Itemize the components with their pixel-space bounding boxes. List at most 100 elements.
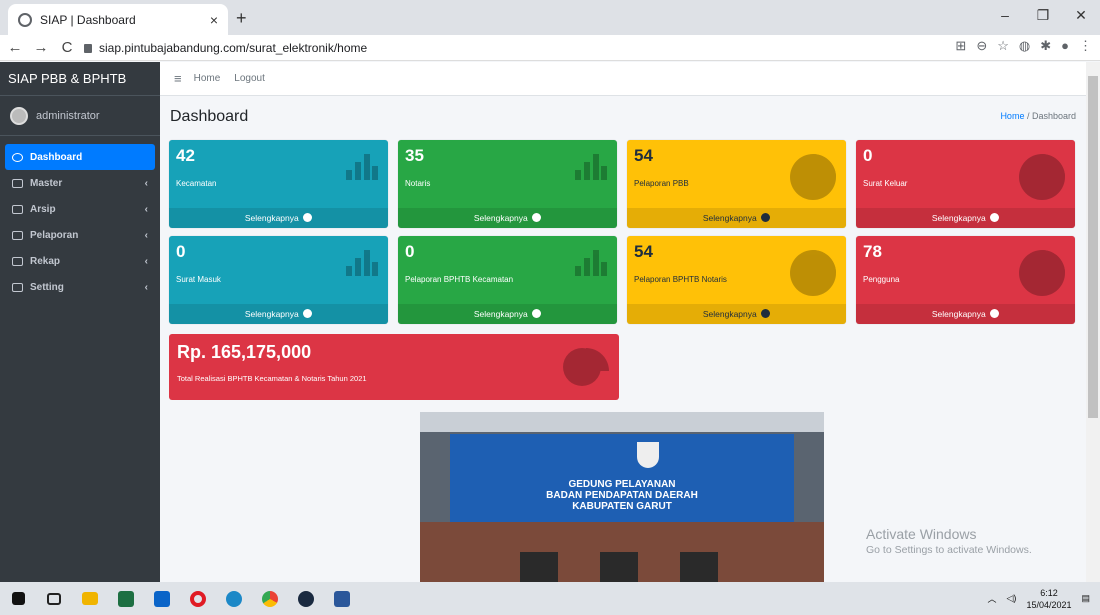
more-info-link[interactable]: Selengkapnya bbox=[627, 304, 846, 324]
nav-home-link[interactable]: Home bbox=[194, 73, 221, 84]
clock-time: 6:12 bbox=[1040, 587, 1058, 598]
minimize-button[interactable]: – bbox=[986, 7, 1024, 23]
back-button[interactable]: ← bbox=[4, 39, 26, 56]
arrow-circle-right-icon bbox=[532, 309, 542, 318]
sign-line-3: KABUPATEN GARUT bbox=[572, 501, 672, 512]
word-button[interactable] bbox=[324, 582, 360, 615]
sidebar-item-pelaporan[interactable]: Pelaporan ‹ bbox=[0, 222, 160, 248]
file-explorer-button[interactable] bbox=[72, 582, 108, 615]
more-info-label: Selengkapnya bbox=[702, 309, 757, 319]
opera-button[interactable] bbox=[180, 582, 216, 615]
bar-chart-icon bbox=[575, 250, 607, 276]
chevron-left-icon: ‹ bbox=[144, 203, 148, 215]
edit-icon bbox=[12, 256, 23, 266]
tab-close-icon[interactable]: × bbox=[210, 12, 218, 28]
opera-icon bbox=[190, 590, 206, 607]
arrow-circle-right-icon bbox=[532, 213, 542, 222]
sidebar-item-dashboard[interactable]: Dashboard bbox=[5, 144, 155, 170]
scrollbar-thumb[interactable] bbox=[1088, 76, 1098, 418]
stat-box-pengguna: 78 Pengguna Selengkapnya bbox=[856, 236, 1075, 324]
chrome-button[interactable] bbox=[252, 582, 288, 615]
more-info-link[interactable]: Selengkapnya bbox=[169, 304, 388, 324]
stat-box-notaris: 35 Notaris Selengkapnya bbox=[398, 140, 617, 228]
stat-box-kecamatan: 42 Kecamatan Selengkapnya bbox=[169, 140, 388, 228]
user-panel[interactable]: administrator bbox=[0, 96, 160, 136]
stat-label: Kecamatan bbox=[176, 179, 217, 188]
mail-button[interactable] bbox=[144, 582, 180, 615]
profile-avatar-icon[interactable]: ● bbox=[1061, 38, 1069, 54]
stat-box-surat-keluar: 0 Surat Keluar Selengkapnya bbox=[856, 140, 1075, 228]
sign-line-2: BADAN PENDAPATAN DAERAH bbox=[546, 490, 698, 501]
more-info-link[interactable]: Selengkapnya bbox=[398, 304, 617, 324]
more-info-link[interactable]: Selengkapnya bbox=[856, 208, 1075, 228]
more-info-link[interactable]: Selengkapnya bbox=[627, 208, 846, 228]
page-scrollbar[interactable] bbox=[1086, 62, 1100, 582]
hamburger-menu-icon[interactable]: ≡ bbox=[174, 71, 182, 86]
stat-value: 0 bbox=[863, 146, 873, 165]
new-tab-button[interactable]: + bbox=[236, 8, 247, 29]
more-info-link[interactable]: Selengkapnya bbox=[398, 208, 617, 228]
sidebar-item-setting[interactable]: Setting ‹ bbox=[0, 274, 160, 300]
arrow-circle-right-icon bbox=[990, 309, 1000, 318]
stat-label: Pelaporan BPHTB Kecamatan bbox=[405, 275, 514, 284]
sidebar-item-arsip[interactable]: Arsip ‹ bbox=[0, 196, 160, 222]
volume-icon[interactable]: ◁) bbox=[1007, 593, 1017, 604]
edit-icon bbox=[12, 230, 23, 240]
task-view-button[interactable] bbox=[36, 582, 72, 615]
total-value: Rp. 165,175,000 bbox=[177, 342, 312, 362]
content-wrapper: Dashboard Home / Dashboard 42 Kecamatan … bbox=[160, 96, 1086, 582]
browser-tab-strip: SIAP | Dashboard × + – ❐ ✕ bbox=[0, 0, 1100, 35]
site-favicon-icon bbox=[18, 12, 32, 27]
notification-icon[interactable]: ▤ bbox=[1081, 593, 1090, 604]
sidebar-item-label: Setting bbox=[30, 281, 64, 293]
zoom-icon[interactable]: ⊖ bbox=[976, 38, 987, 54]
edge-button[interactable] bbox=[216, 582, 252, 615]
more-info-label: Selengkapnya bbox=[244, 213, 299, 223]
system-tray: ︿ ◁) 6:12 15/04/2021 ▤ bbox=[988, 582, 1091, 615]
sidebar-item-label: Rekap bbox=[30, 255, 61, 267]
browser-menu-icon[interactable]: ⋮ bbox=[1079, 38, 1092, 54]
sidebar-item-rekap[interactable]: Rekap ‹ bbox=[0, 248, 160, 274]
avatar bbox=[10, 106, 28, 125]
nav-logout-link[interactable]: Logout bbox=[234, 73, 265, 84]
clock[interactable]: 6:12 15/04/2021 bbox=[1026, 587, 1071, 611]
forward-button[interactable]: → bbox=[30, 39, 52, 56]
mail-icon bbox=[154, 590, 170, 607]
sidebar-item-label: Dashboard bbox=[30, 151, 83, 163]
start-button[interactable] bbox=[0, 582, 36, 615]
translate-icon[interactable]: ⊞ bbox=[955, 38, 966, 54]
more-info-label: Selengkapnya bbox=[473, 309, 528, 319]
browser-tab[interactable]: SIAP | Dashboard × bbox=[8, 4, 228, 35]
sidebar-item-label: Master bbox=[30, 177, 63, 189]
chrome-icon bbox=[262, 590, 278, 607]
maximize-button[interactable]: ❐ bbox=[1024, 7, 1062, 24]
dashboard-icon bbox=[12, 152, 23, 162]
app-button[interactable] bbox=[288, 582, 324, 615]
url-text: siap.pintubajabandung.com/surat_elektron… bbox=[99, 41, 368, 55]
close-window-button[interactable]: ✕ bbox=[1062, 7, 1100, 24]
breadcrumb-current: Dashboard bbox=[1031, 111, 1076, 121]
globe-icon[interactable]: ◍ bbox=[1019, 38, 1030, 54]
edit-icon bbox=[12, 204, 23, 214]
chevron-up-icon[interactable]: ︿ bbox=[988, 592, 997, 605]
more-info-link[interactable]: Selengkapnya bbox=[169, 208, 388, 228]
extensions-puzzle-icon[interactable]: ✱ bbox=[1040, 38, 1051, 54]
reload-button[interactable]: C bbox=[56, 39, 78, 56]
arrow-circle-right-icon bbox=[303, 309, 313, 318]
stat-box-bphtb-notaris: 54 Pelaporan BPHTB Notaris Selengkapnya bbox=[627, 236, 846, 324]
top-navbar: ≡ Home Logout bbox=[160, 62, 1086, 96]
lock-icon bbox=[84, 43, 92, 53]
excel-button[interactable] bbox=[108, 582, 144, 615]
breadcrumb-home-link[interactable]: Home bbox=[1000, 111, 1024, 121]
stat-value: 35 bbox=[405, 146, 424, 165]
chevron-left-icon: ‹ bbox=[144, 255, 148, 267]
chevron-left-icon: ‹ bbox=[144, 177, 148, 189]
more-info-link[interactable]: Selengkapnya bbox=[856, 304, 1075, 324]
url-input[interactable]: siap.pintubajabandung.com/surat_elektron… bbox=[80, 37, 920, 59]
bookmark-star-icon[interactable]: ☆ bbox=[997, 38, 1009, 54]
stat-value: 78 bbox=[863, 242, 882, 261]
stat-label: Surat Keluar bbox=[863, 179, 908, 188]
chevron-left-icon: ‹ bbox=[144, 281, 148, 293]
sidebar-item-master[interactable]: Master ‹ bbox=[0, 170, 160, 196]
brand-link[interactable]: SIAP PBB & BPHTB bbox=[0, 62, 160, 96]
